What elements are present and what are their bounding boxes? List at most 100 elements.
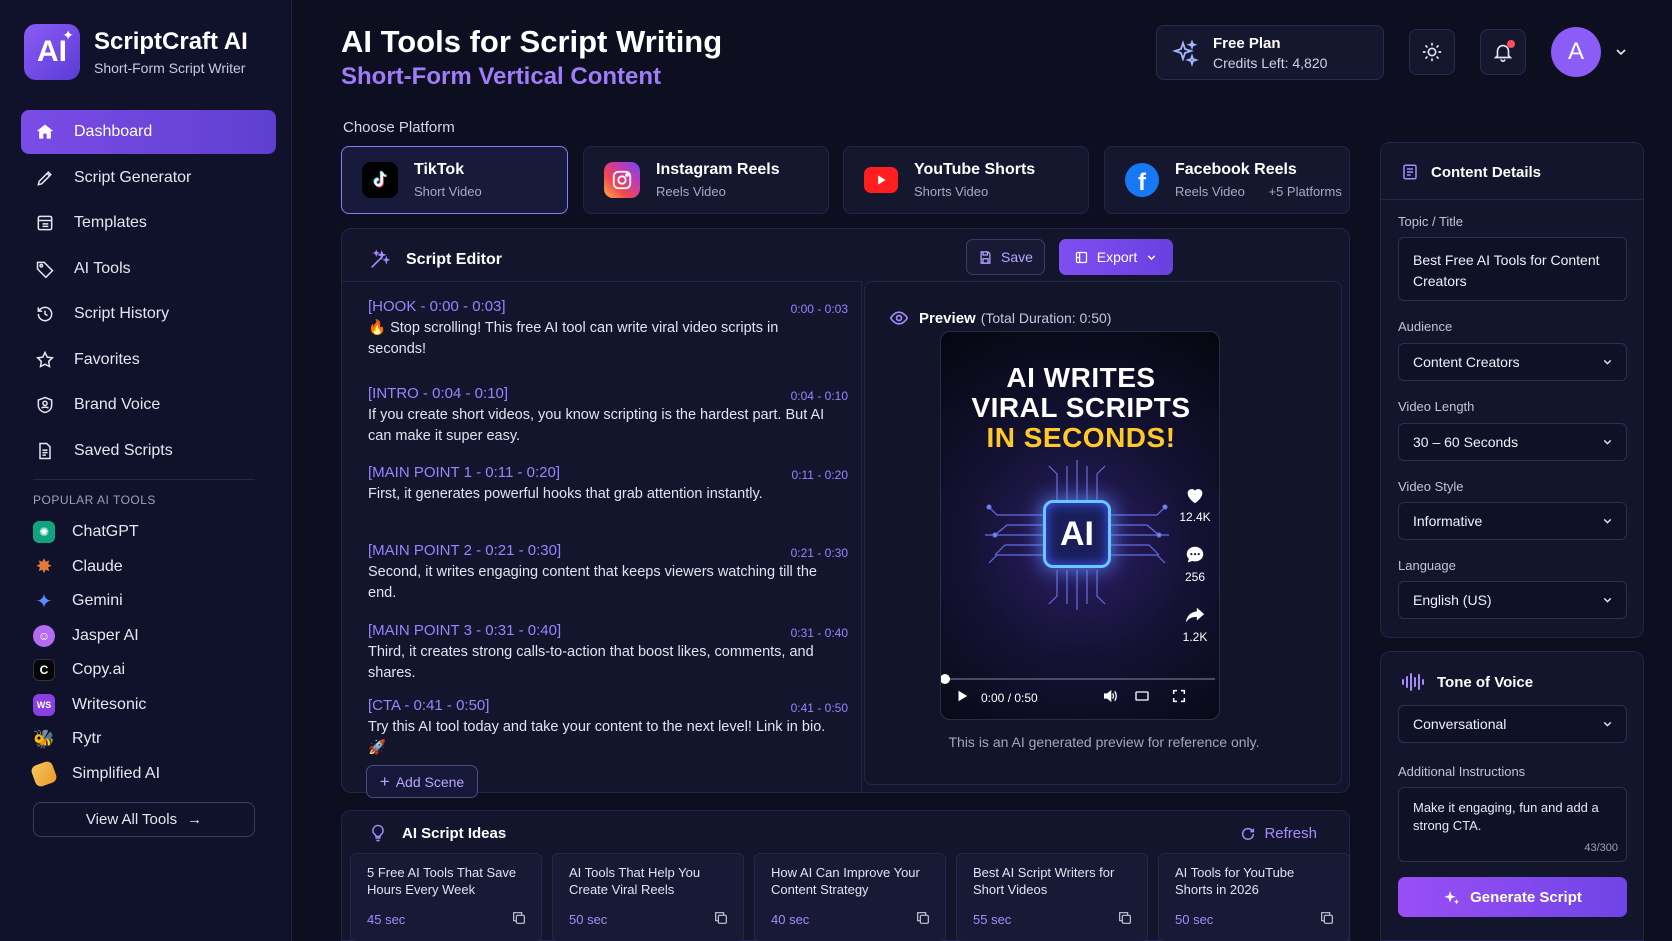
notification-dot [1507,40,1515,48]
theme-toggle-button[interactable] [1409,29,1455,75]
avatar[interactable]: A [1551,27,1601,77]
generate-script-button[interactable]: Generate Script [1398,877,1627,917]
brand[interactable]: AI ✦ ScriptCraft AI Short-Form Script Wr… [24,24,248,80]
save-label: Save [1001,249,1033,265]
tool-item-writesonic[interactable]: WS Writesonic [33,688,263,723]
copy-icon[interactable] [1117,910,1133,926]
scene-text[interactable]: 🔥 Stop scrolling! This free AI tool can … [368,318,828,360]
video-length-select[interactable]: 30 – 60 Seconds [1398,423,1627,461]
video-progress-handle[interactable] [941,674,950,684]
plan-card[interactable]: Free Plan Credits Left: 4,820 [1156,25,1384,80]
share-icon [1185,607,1205,623]
audience-select[interactable]: Content Creators [1398,343,1627,381]
copy-icon[interactable] [713,910,729,926]
scene-time: 0:11 - 0:20 [791,468,848,482]
idea-card[interactable]: How AI Can Improve Your Content Strategy… [754,853,946,941]
add-scene-button[interactable]: + Add Scene [366,765,478,798]
idea-card[interactable]: AI Tools That Help You Create Viral Reel… [552,853,744,941]
notifications-button[interactable] [1480,29,1526,75]
topic-input[interactable]: Best Free AI Tools for Content Creators [1398,237,1627,301]
play-icon[interactable] [955,688,969,704]
comment-stat[interactable]: 256 [1177,544,1213,584]
platform-sub: Short Video [414,184,482,199]
sidebar-item-script-history[interactable]: Script History [21,292,276,336]
more-platforms-link[interactable]: +5 Platforms [1269,184,1342,199]
language-select[interactable]: English (US) [1398,581,1627,619]
copy-icon[interactable] [511,910,527,926]
view-all-tools-button[interactable]: View All Tools → [33,802,255,837]
video-progress-bar[interactable] [941,674,1215,684]
ai-script-ideas-title: AI Script Ideas [402,824,507,842]
tone-of-voice-header: Tone of Voice [1401,672,1533,692]
video-preview[interactable]: AI WRITES VIRAL SCRIPTS IN SECONDS! AI 1… [940,331,1220,720]
export-button[interactable]: Export [1059,239,1173,275]
fullscreen-icon[interactable] [1171,688,1187,704]
platform-name: Instagram Reels [656,161,780,178]
platform-instagram-reels[interactable]: Instagram Reels Reels Video [583,146,829,214]
volume-icon[interactable] [1101,688,1119,704]
copy-icon[interactable] [1319,910,1335,926]
tool-item-claude[interactable]: ✸ Claude [33,550,263,585]
tool-item-simplified-ai[interactable]: Simplified AI [29,757,263,792]
scene-item[interactable]: [INTRO - 0:04 - 0:10] 0:04 - 0:10 If you… [368,385,848,447]
scene-text[interactable]: Try this AI tool today and take your con… [368,717,828,759]
sidebar-item-script-generator[interactable]: Script Generator [21,156,276,200]
share-stat[interactable]: 1.2K [1177,604,1213,644]
sidebar-item-label: Dashboard [74,123,153,140]
idea-card[interactable]: 5 Free AI Tools That Save Hours Every We… [350,853,542,941]
tool-item-jasper-ai[interactable]: ☺ Jasper AI [33,619,263,654]
sidebar-item-brand-voice[interactable]: Brand Voice [21,383,276,427]
export-icon [1075,251,1087,263]
idea-duration: 55 sec [973,912,1012,927]
theater-mode-icon[interactable] [1133,688,1151,704]
scene-text[interactable]: If you create short videos, you know scr… [368,405,828,447]
refresh-ideas-button[interactable]: Refresh [1240,825,1317,842]
copy-icon[interactable] [915,910,931,926]
platform-youtube-shorts[interactable]: YouTube Shorts Shorts Video [843,146,1089,214]
platform-sub: Reels Video +5 Platforms [1175,184,1342,199]
scene-text[interactable]: First, it generates powerful hooks that … [368,484,828,505]
scene-item[interactable]: [MAIN POINT 1 - 0:11 - 0:20] 0:11 - 0:20… [368,464,848,505]
idea-duration: 50 sec [569,912,608,927]
scene-text[interactable]: Second, it writes engaging content that … [368,562,828,604]
writesonic-logo-icon: WS [33,693,55,716]
chevron-down-icon [1603,518,1612,524]
tool-item-label: Writesonic [72,695,147,713]
platform-tiktok[interactable]: TikTok Short Video [341,146,568,214]
sidebar-item-templates[interactable]: Templates [21,201,276,245]
scene-time: 0:00 - 0:03 [790,302,848,316]
video-style-select[interactable]: Informative [1398,502,1627,540]
tool-item-chatgpt[interactable]: ✺ ChatGPT [33,515,263,550]
tool-item-copy-ai[interactable]: C Copy.ai [33,653,263,688]
idea-card[interactable]: AI Tools for YouTube Shorts in 2026 50 s… [1158,853,1350,941]
video-style-value: Informative [1413,513,1483,529]
scene-item[interactable]: [MAIN POINT 3 - 0:31 - 0:40] 0:31 - 0:40… [368,622,848,684]
tone-of-voice-panel: Tone of Voice Conversational Additional … [1380,651,1644,941]
popular-tools-list: ✺ ChatGPT ✸ Claude ✦ Gemini ☺ Jasper AI … [29,515,263,792]
like-stat[interactable]: 12.4K [1177,484,1213,524]
tool-item-gemini[interactable]: ✦ Gemini [33,584,263,619]
scene-text[interactable]: Third, it creates strong calls-to-action… [368,642,828,684]
lightbulb-icon [372,824,384,842]
chevron-down-icon[interactable] [1613,44,1629,60]
sidebar-item-saved-scripts[interactable]: Saved Scripts [21,429,276,473]
platform-facebook-reels[interactable]: f Facebook Reels Reels Video +5 Platform… [1104,146,1350,214]
tone-select[interactable]: Conversational [1398,705,1627,743]
tool-item-rytr[interactable]: 🐝 Rytr [33,722,263,757]
scene-item[interactable]: [HOOK - 0:00 - 0:03] 0:00 - 0:03 🔥 Stop … [368,298,848,360]
sidebar-item-favorites[interactable]: Favorites [21,338,276,382]
scene-item[interactable]: [MAIN POINT 2 - 0:21 - 0:30] 0:21 - 0:30… [368,542,848,604]
sidebar-item-ai-tools[interactable]: AI Tools [21,247,276,291]
preview-header: Preview (Total Duration: 0:50) [889,308,1111,328]
script-scenes-list[interactable]: [HOOK - 0:00 - 0:03] 0:00 - 0:03 🔥 Stop … [342,281,862,798]
save-button[interactable]: Save [966,239,1045,275]
template-icon [35,213,55,233]
ai-script-ideas-header: AI Script Ideas [368,823,506,843]
scene-item[interactable]: [CTA - 0:41 - 0:50] 0:41 - 0:50 Try this… [368,697,848,759]
details-icon [1403,164,1417,180]
idea-card[interactable]: Best AI Script Writers for Short Videos … [956,853,1148,941]
sidebar-item-dashboard[interactable]: Dashboard [21,110,276,154]
platform-sub-text: Reels Video [1175,184,1245,199]
ai-chip-text: AI [1060,514,1094,553]
additional-instructions-input[interactable]: Make it engaging, fun and add a strong C… [1398,787,1627,862]
